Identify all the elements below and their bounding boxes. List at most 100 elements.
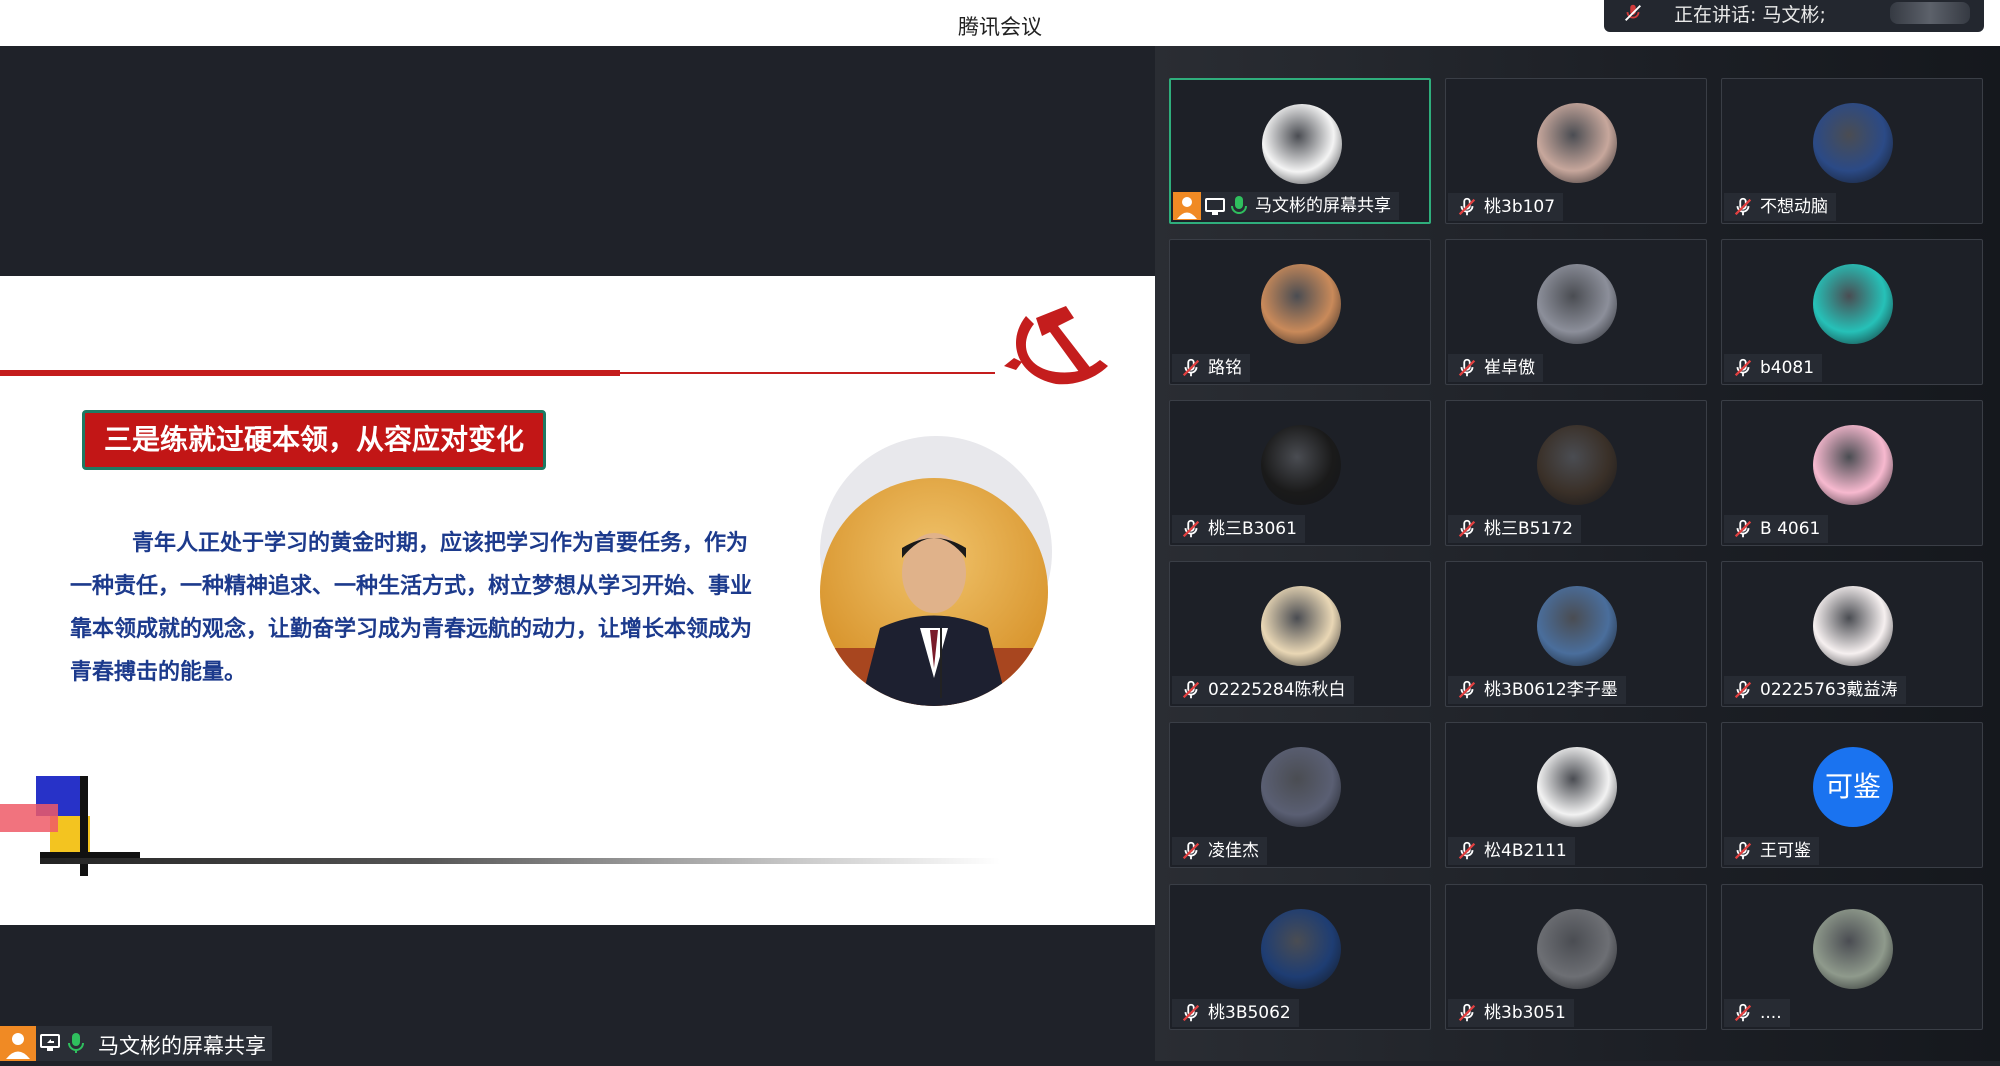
calligraphy-avatar <box>1261 425 1341 505</box>
participant-tile[interactable]: 不想动脑 <box>1721 78 1983 224</box>
screen-share-icon <box>40 1034 60 1051</box>
participant-namebar: 桃3b107 <box>1448 193 1564 221</box>
participant-tile[interactable]: 02225284陈秋白 <box>1169 561 1431 707</box>
participant-tile[interactable]: 松4B2111 <box>1445 722 1707 868</box>
participant-namebar: 02225763戴益涛 <box>1724 676 1906 704</box>
street-photo-avatar <box>1813 909 1893 989</box>
participant-namebar: 路铭 <box>1172 354 1250 382</box>
presentation-slide: 三是练就过硬本领，从容应对变化 青年人正处于学习的黄金时期，应该把学习作为首要任… <box>0 276 1155 925</box>
mic-muted-icon <box>1732 679 1754 701</box>
anime-girl-avatar <box>1813 103 1893 183</box>
participant-name: 崔卓傲 <box>1484 358 1535 378</box>
participant-namebar: 松4B2111 <box>1448 837 1575 865</box>
mic-muted-icon <box>1456 357 1478 379</box>
participant-name: 桃三B5172 <box>1484 519 1573 539</box>
screen-share-label[interactable]: 马文彬的屏幕共享 <box>0 1026 272 1061</box>
eye-sketch-avatar <box>1813 586 1893 666</box>
mic-muted-icon <box>1732 518 1754 540</box>
mic-icon <box>68 1033 84 1053</box>
participant-tile[interactable]: 马文彬的屏幕共享 <box>1169 78 1431 224</box>
participant-name: B 4061 <box>1760 519 1821 539</box>
participant-name: 桃3b3051 <box>1484 1003 1566 1023</box>
mic-muted-icon <box>1456 196 1478 218</box>
screen-share-icon <box>1205 197 1225 215</box>
leader-portrait <box>820 478 1048 706</box>
mic-muted-icon <box>1180 1002 1202 1024</box>
mic-muted-icon <box>1456 518 1478 540</box>
participant-namebar: 桃3B0612李子墨 <box>1448 676 1626 704</box>
participant-tile[interactable]: 可鉴 王可鉴 <box>1721 722 1983 868</box>
anime-boy-avatar <box>1537 747 1617 827</box>
hammer-sickle-emblem <box>1004 306 1108 385</box>
participant-tile[interactable]: 桃三B5172 <box>1445 400 1707 546</box>
participant-tile[interactable]: 桃3b3051 <box>1445 884 1707 1030</box>
participant-namebar: 桃三B5172 <box>1448 515 1581 543</box>
participant-namebar: 凌佳杰 <box>1172 837 1267 865</box>
participant-name: 02225763戴益涛 <box>1760 680 1898 700</box>
snowflake-avatar <box>1537 586 1617 666</box>
mic-muted-icon <box>1732 196 1754 218</box>
slide-paragraph: 青年人正处于学习的黄金时期，应该把学习作为首要任务，作为一种责任，一种精神追求、… <box>70 530 753 685</box>
participant-tile[interactable]: 桃三B3061 <box>1169 400 1431 546</box>
participant-tile[interactable]: b4081 <box>1721 239 1983 385</box>
slide-bottom-line <box>40 858 1000 864</box>
superman-avatar <box>1813 264 1893 344</box>
night-sky-avatar <box>1261 909 1341 989</box>
anime-white-hair-avatar <box>1261 747 1341 827</box>
share-label-text: 马文彬的屏幕共享 <box>98 1034 266 1058</box>
participant-name: 路铭 <box>1208 358 1242 378</box>
participant-tile[interactable]: 桃3B5062 <box>1169 884 1431 1030</box>
title-bar: 腾讯会议 正在讲话: 马文彬; <box>0 0 2000 46</box>
slide-divider-thin <box>620 372 995 374</box>
mic-muted-icon <box>1180 518 1202 540</box>
participant-name: 王可鉴 <box>1760 841 1811 861</box>
text-avatar: 可鉴 <box>1813 747 1893 827</box>
participant-name: 桃三B3061 <box>1208 519 1297 539</box>
slide-heading: 三是练就过硬本领，从容应对变化 <box>82 410 546 470</box>
participant-tile[interactable]: 桃3b107 <box>1445 78 1707 224</box>
participant-namebar: 桃3b3051 <box>1448 999 1574 1027</box>
mic-muted-icon <box>1456 679 1478 701</box>
participant-name: 桃3B5062 <box>1208 1003 1291 1023</box>
mic-muted-icon <box>1625 4 1641 21</box>
mic-muted-icon <box>1732 357 1754 379</box>
sunglasses-man-avatar <box>1261 264 1341 344</box>
participant-namebar: .... <box>1724 999 1790 1027</box>
family-cartoon-avatar <box>1262 104 1342 184</box>
mic-icon <box>1231 195 1247 217</box>
participant-namebar: 桃3B5062 <box>1172 999 1299 1027</box>
photo-person-avatar <box>1537 425 1617 505</box>
user-avatar-icon <box>1173 192 1201 220</box>
participant-namebar: b4081 <box>1724 354 1823 382</box>
pikachu-avatar <box>1813 425 1893 505</box>
cartoon-boy-avatar <box>1261 586 1341 666</box>
participant-tile[interactable]: .... <box>1721 884 1983 1030</box>
mic-muted-icon <box>1456 840 1478 862</box>
participant-tile[interactable]: 路铭 <box>1169 239 1431 385</box>
participant-name: 凌佳杰 <box>1208 841 1259 861</box>
participant-name: 桃3b107 <box>1484 197 1556 217</box>
participant-name: 02225284陈秋白 <box>1208 680 1346 700</box>
shared-screen: 三是练就过硬本领，从容应对变化 青年人正处于学习的黄金时期，应该把学习作为首要任… <box>0 46 1155 1061</box>
participant-tile[interactable]: 02225763戴益涛 <box>1721 561 1983 707</box>
participant-namebar: 桃三B3061 <box>1172 515 1305 543</box>
mic-muted-icon <box>1180 679 1202 701</box>
slide-divider-thick <box>0 370 620 376</box>
participant-tile[interactable]: 崔卓傲 <box>1445 239 1707 385</box>
speaking-label: 正在讲话: 马文彬; <box>1674 4 1826 26</box>
speaker-avatars <box>1890 2 1970 24</box>
mic-muted-icon <box>1180 357 1202 379</box>
participant-name: 桃3B0612李子墨 <box>1484 680 1618 700</box>
participant-name: 马文彬的屏幕共享 <box>1255 196 1391 216</box>
participant-tile[interactable]: 凌佳杰 <box>1169 722 1431 868</box>
participant-name: 不想动脑 <box>1760 197 1828 217</box>
masked-person-avatar <box>1537 909 1617 989</box>
participant-namebar: B 4061 <box>1724 515 1829 543</box>
participant-name: .... <box>1760 1003 1782 1023</box>
participant-tile[interactable]: 桃3B0612李子墨 <box>1445 561 1707 707</box>
participant-tile[interactable]: B 4061 <box>1721 400 1983 546</box>
participant-namebar: 崔卓傲 <box>1448 354 1543 382</box>
participant-name: b4081 <box>1760 358 1815 378</box>
anime-fighter-avatar <box>1537 264 1617 344</box>
participant-name: 松4B2111 <box>1484 841 1567 861</box>
